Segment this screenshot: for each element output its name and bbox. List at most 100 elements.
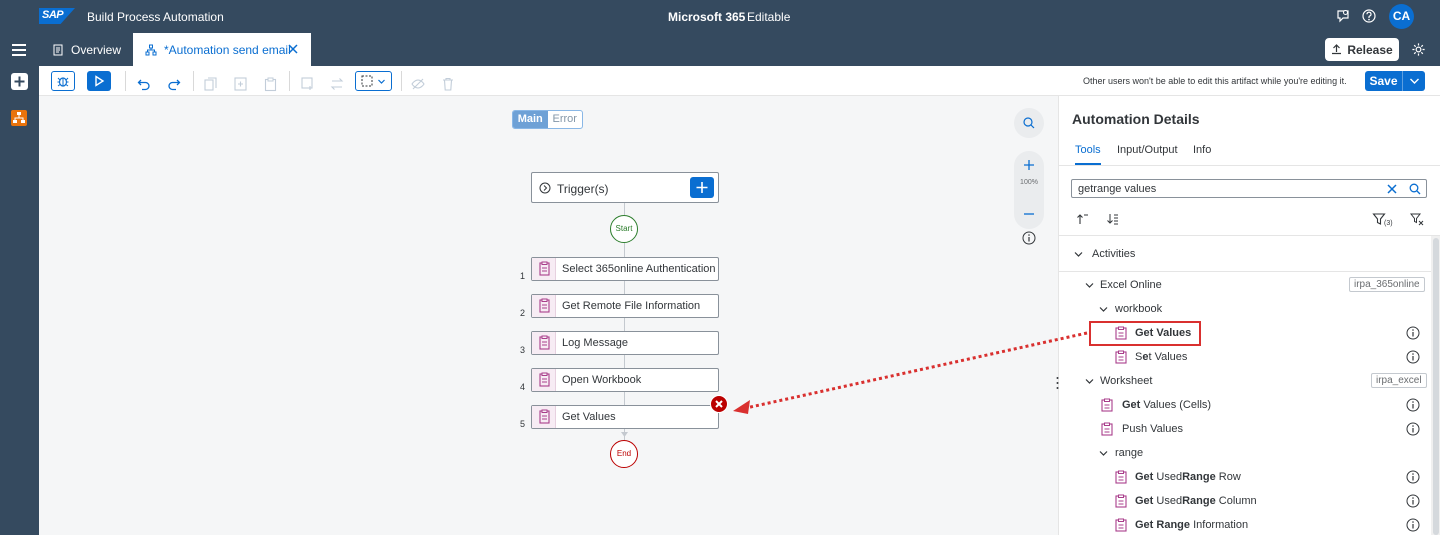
info-icon[interactable]	[1406, 326, 1420, 340]
activity-push-values[interactable]: Push Values	[1059, 417, 1435, 441]
tab-input-output[interactable]: Input/Output	[1117, 144, 1178, 156]
step-label: Select 365online Authentication	[562, 263, 716, 275]
zoom-in-icon[interactable]	[1022, 158, 1036, 172]
sort-descending-icon[interactable]	[1106, 212, 1120, 226]
mode-main[interactable]: Main	[513, 111, 548, 128]
tree-activities[interactable]: Activities	[1059, 242, 1435, 266]
info-icon[interactable]	[1406, 518, 1420, 532]
info-icon[interactable]	[1406, 470, 1420, 484]
toolbar-divider	[401, 71, 402, 91]
step-get-remote-file[interactable]: Get Remote File Information	[531, 294, 719, 318]
end-node: End	[610, 440, 638, 468]
info-icon[interactable]	[1406, 398, 1420, 412]
tab-overview-label: Overview	[71, 42, 122, 57]
add-trigger-button[interactable]	[690, 177, 714, 198]
release-button[interactable]: Release	[1325, 38, 1399, 61]
paste-icon[interactable]	[264, 74, 277, 94]
gear-icon[interactable]	[1411, 42, 1426, 57]
release-label: Release	[1347, 42, 1393, 57]
clear-icon[interactable]	[1387, 184, 1397, 194]
play-icon	[95, 75, 105, 87]
copy-icon[interactable]	[204, 74, 217, 94]
run-button[interactable]	[87, 71, 111, 91]
step-get-values[interactable]: Get Values	[531, 405, 719, 429]
activity-name-part: Used	[1153, 471, 1183, 483]
search-icon[interactable]	[1409, 183, 1421, 195]
activity-get-values[interactable]: Get Values	[1059, 321, 1435, 345]
info-icon[interactable]	[1406, 494, 1420, 508]
sap-logo[interactable]: SAP	[39, 8, 75, 24]
trigger-label: Trigger(s)	[557, 182, 609, 196]
duplicate-icon[interactable]	[234, 74, 247, 94]
user-avatar[interactable]: CA	[1389, 4, 1414, 29]
tree-range[interactable]: range	[1059, 441, 1435, 465]
flow-canvas[interactable]: Main Error 100% Trigger(s) Start 1 Selec…	[39, 96, 1058, 535]
mode-error[interactable]: Error	[548, 111, 583, 128]
info-icon[interactable]	[1022, 231, 1036, 245]
tree-excel-online[interactable]: Excel Online irpa_365online	[1059, 273, 1435, 297]
save-button[interactable]: Save	[1365, 71, 1402, 91]
step-log-message[interactable]: Log Message	[531, 331, 719, 355]
chevron-down-icon	[1074, 252, 1083, 257]
panel-resize-handle[interactable]	[1056, 376, 1059, 390]
add-step-icon[interactable]	[301, 74, 315, 94]
step-label: Get Values	[562, 411, 616, 423]
tree-workbook[interactable]: workbook	[1059, 297, 1435, 321]
chevron-down-icon	[378, 79, 385, 84]
toolbar-divider	[193, 71, 194, 91]
trigger-node[interactable]: Trigger(s)	[531, 172, 719, 203]
undo-icon[interactable]	[137, 74, 151, 94]
activity-get-values-cells[interactable]: Get Values (Cells)	[1059, 393, 1435, 417]
chevron-down-icon	[1410, 78, 1419, 84]
connector	[624, 355, 625, 368]
help-icon[interactable]	[1362, 9, 1376, 23]
activity-get-usedrange-row[interactable]: Get UsedRange Row	[1059, 465, 1435, 489]
tree-label: Excel Online	[1100, 279, 1162, 291]
scrollbar-thumb[interactable]	[1433, 238, 1439, 535]
debug-button[interactable]	[51, 71, 75, 91]
tab-tools[interactable]: Tools	[1075, 144, 1101, 165]
sort-ascending-icon[interactable]	[1076, 212, 1090, 226]
activity-icon	[1115, 470, 1127, 484]
activity-name-match: Range	[1182, 495, 1216, 507]
chevron-down-icon	[1099, 307, 1108, 312]
menu-icon[interactable]	[12, 44, 26, 56]
activity-get-range-information[interactable]: Get Range Information	[1059, 513, 1435, 535]
step-number: 3	[520, 345, 526, 355]
activity-set-values[interactable]: Set Values	[1059, 345, 1435, 369]
activity-name-match: Get	[1135, 495, 1154, 507]
tab-overview[interactable]: Overview	[44, 33, 132, 66]
clear-filter-icon[interactable]	[1410, 212, 1424, 226]
tab-info[interactable]: Info	[1193, 144, 1211, 156]
redo-icon[interactable]	[167, 74, 181, 94]
disable-icon[interactable]	[411, 74, 425, 94]
save-options-button[interactable]	[1402, 71, 1425, 91]
panel-title: Automation Details	[1072, 111, 1200, 127]
zoom-out-icon[interactable]	[1022, 207, 1036, 221]
close-icon[interactable]	[287, 43, 299, 55]
connector	[624, 318, 625, 331]
tree-worksheet[interactable]: Worksheet irpa_excel	[1059, 369, 1435, 393]
activity-name: Push Values	[1122, 423, 1183, 435]
step-select-authentication[interactable]: Select 365online Authentication	[531, 257, 719, 281]
flow-mode-toggle[interactable]: Main Error	[512, 110, 583, 129]
info-icon[interactable]	[1406, 422, 1420, 436]
swap-icon[interactable]	[330, 74, 344, 94]
app-title[interactable]: Build Process Automation	[87, 10, 224, 24]
feedback-icon[interactable]	[1336, 9, 1350, 23]
activity-name-part: Used	[1153, 495, 1183, 507]
search-icon	[1023, 117, 1035, 129]
selection-mode-dropdown[interactable]	[355, 71, 392, 91]
tools-search-input[interactable]: getrange values	[1071, 179, 1427, 198]
delete-icon[interactable]	[442, 74, 454, 94]
canvas-search-button[interactable]	[1014, 108, 1044, 138]
activity-get-usedrange-column[interactable]: Get UsedRange Column	[1059, 489, 1435, 513]
step-open-workbook[interactable]: Open Workbook	[531, 368, 719, 392]
tab-automation[interactable]: *Automation send email	[133, 33, 311, 66]
error-icon[interactable]	[710, 395, 728, 413]
connector	[624, 243, 625, 257]
add-icon[interactable]	[11, 73, 28, 90]
activity-icon	[1115, 518, 1127, 532]
artifact-tree-icon[interactable]	[11, 110, 27, 126]
info-icon[interactable]	[1406, 350, 1420, 364]
